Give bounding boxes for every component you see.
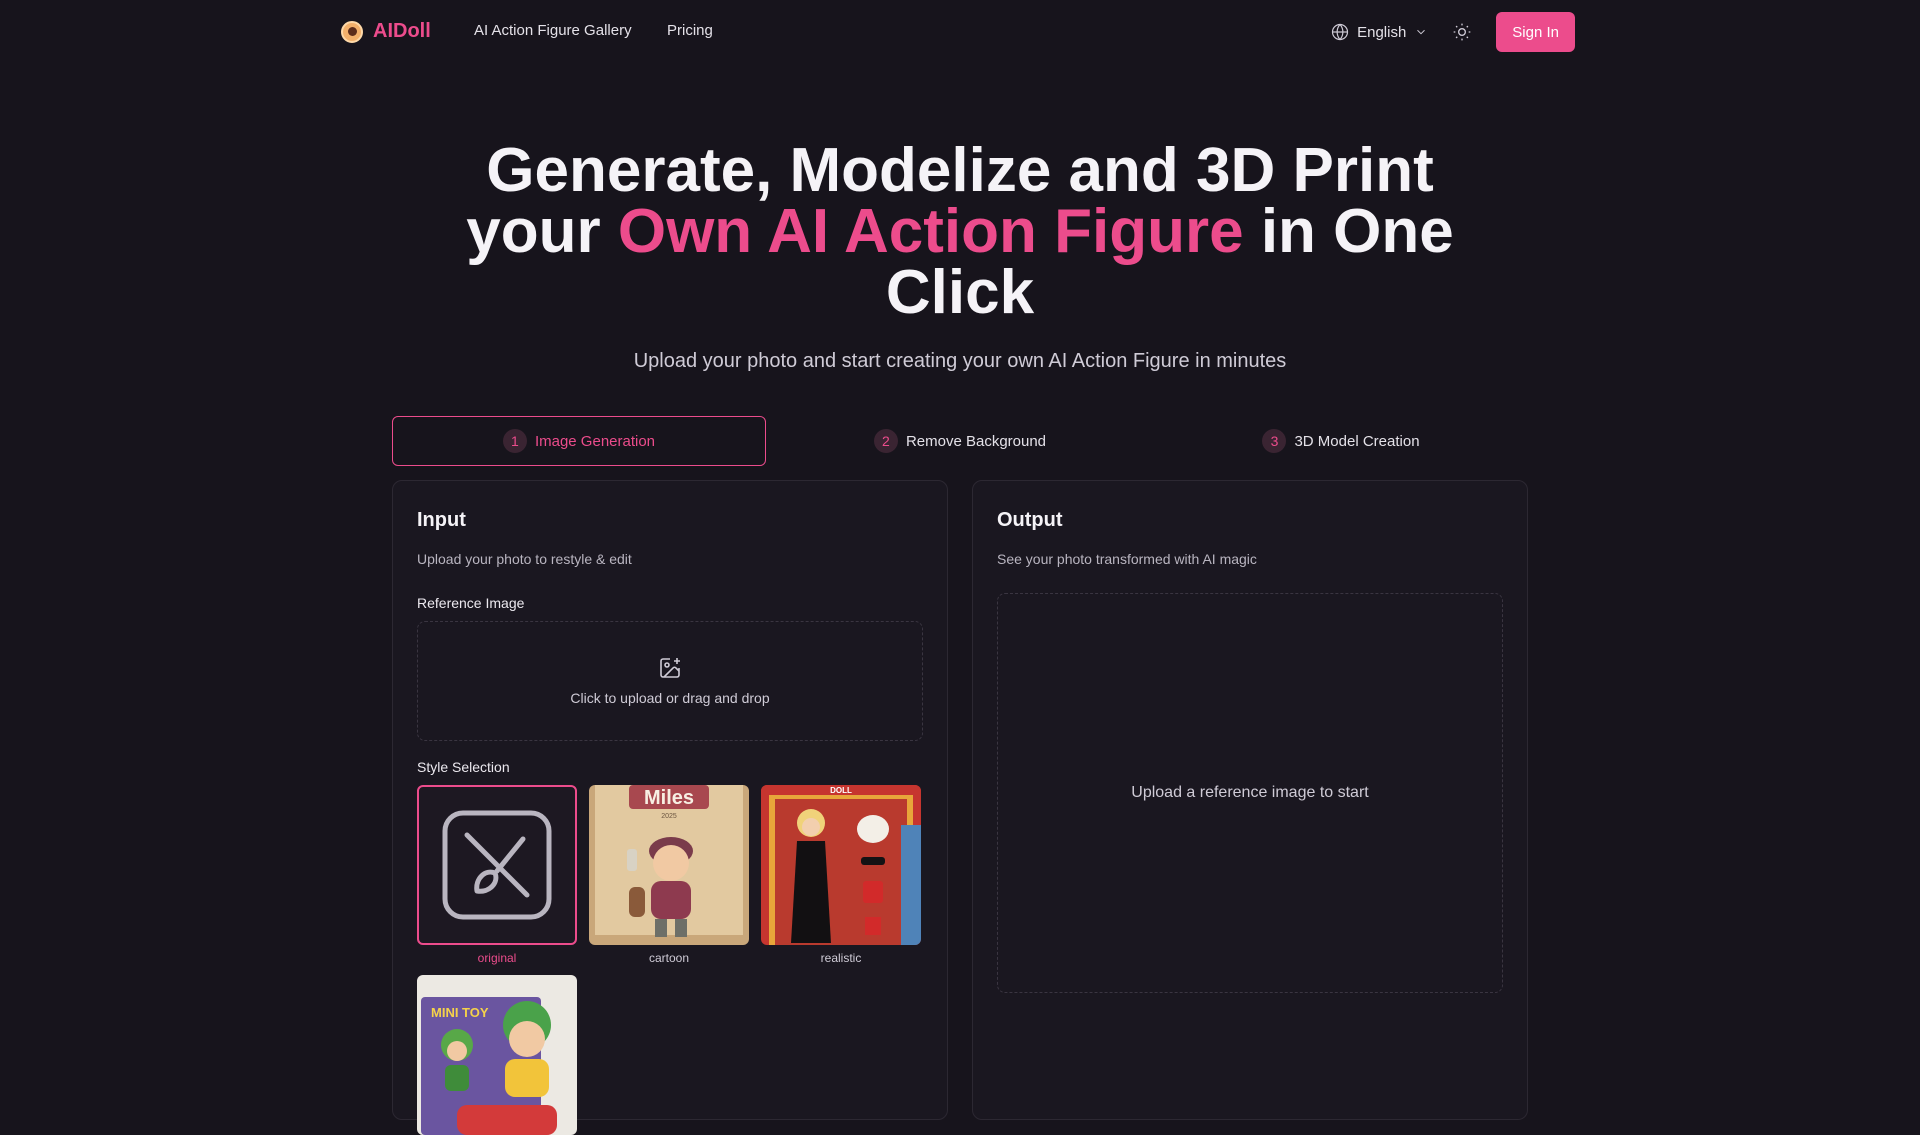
style-option-original[interactable]: original xyxy=(417,785,577,965)
step-number: 2 xyxy=(873,429,898,453)
cartoon-thumb-year: 2025 xyxy=(661,813,677,820)
style-thumb: DOLL xyxy=(761,785,921,945)
hero-line-2-accent: Own AI Action Figure xyxy=(617,197,1244,266)
input-card-description: Upload your photo to restyle & edit xyxy=(417,551,632,567)
style-label: original xyxy=(477,951,517,965)
hero-line-3: Click xyxy=(885,258,1035,327)
output-placeholder: Upload a reference image to start xyxy=(1131,784,1369,801)
brand-logo-icon xyxy=(341,20,363,43)
output-card-title: Output xyxy=(997,509,1063,531)
brand[interactable]: AIDoll xyxy=(341,20,431,43)
tab-3d-model-creation[interactable]: 3 3D Model Creation xyxy=(1154,416,1528,466)
step-label: Image Generation xyxy=(534,432,656,450)
no-brush-icon xyxy=(442,810,552,920)
output-card-description: See your photo transformed with AI magic xyxy=(997,551,1257,567)
realistic-thumb-title: DOLL xyxy=(830,786,852,795)
cartoon-thumb-title: Miles xyxy=(644,787,694,809)
step-label: Remove Background xyxy=(905,432,1047,450)
style-label: cartoon xyxy=(648,951,690,965)
style-option-cartoon[interactable]: Miles 2025 cartoon xyxy=(589,785,749,965)
sun-icon[interactable] xyxy=(1452,22,1472,42)
language-selector[interactable]: English xyxy=(1331,23,1428,41)
hero-title: Generate, Modelize and 3D Print your Own… xyxy=(0,140,1920,324)
style-thumb xyxy=(417,785,577,945)
style-label: realistic xyxy=(820,951,862,965)
hero-line-1: Generate, Modelize and 3D Print xyxy=(486,136,1434,205)
step-number: 1 xyxy=(502,429,527,453)
realistic-figure-image: DOLL xyxy=(761,785,921,945)
nav-link-gallery[interactable]: AI Action Figure Gallery xyxy=(474,22,632,39)
navbar: AIDoll AI Action Figure Gallery Pricing … xyxy=(0,0,1920,64)
reference-image-label: Reference Image xyxy=(417,595,525,611)
hero-subtitle: Upload your photo and start creating you… xyxy=(633,350,1287,372)
upload-hint: Click to upload or drag and drop xyxy=(570,690,770,706)
tab-remove-background[interactable]: 2 Remove Background xyxy=(773,416,1147,466)
nav-right: English Sign In xyxy=(1331,12,1575,52)
step-tabs: 1 Image Generation 2 Remove Background 3… xyxy=(392,416,1528,466)
style-thumb: Miles 2025 xyxy=(589,785,749,945)
hero-line-2-post: in One xyxy=(1243,197,1454,266)
reference-image-upload[interactable]: Click to upload or drag and drop xyxy=(417,621,923,741)
tab-image-generation[interactable]: 1 Image Generation xyxy=(392,416,766,466)
language-label: English xyxy=(1357,23,1407,41)
style-selection-label: Style Selection xyxy=(417,759,510,775)
globe-icon xyxy=(1331,23,1349,41)
mini-toy-figure-image: MINI TOY xyxy=(417,975,577,1135)
mini-toy-thumb-title: MINI TOY xyxy=(431,1005,489,1020)
style-option-realistic[interactable]: DOLL realistic xyxy=(761,785,921,965)
step-label: 3D Model Creation xyxy=(1294,432,1420,450)
nav-link-pricing[interactable]: Pricing xyxy=(667,22,713,39)
input-card: Input Upload your photo to restyle & edi… xyxy=(392,480,948,1135)
sign-in-button[interactable]: Sign In xyxy=(1496,12,1575,52)
output-preview-area: Upload a reference image to start xyxy=(997,593,1503,993)
chevron-down-icon xyxy=(1417,29,1426,35)
hero-line-2-pre: your xyxy=(466,197,618,266)
input-card-title: Input xyxy=(417,509,466,531)
brand-name: AIDoll xyxy=(373,20,431,42)
output-card: Output See your photo transformed with A… xyxy=(972,480,1528,1120)
step-number: 3 xyxy=(1262,429,1287,453)
cartoon-figure-image: Miles 2025 xyxy=(589,785,749,945)
style-thumb: MINI TOY xyxy=(417,975,577,1135)
image-plus-icon xyxy=(660,658,680,678)
style-option-mini-toy[interactable]: MINI TOY xyxy=(417,975,577,1135)
